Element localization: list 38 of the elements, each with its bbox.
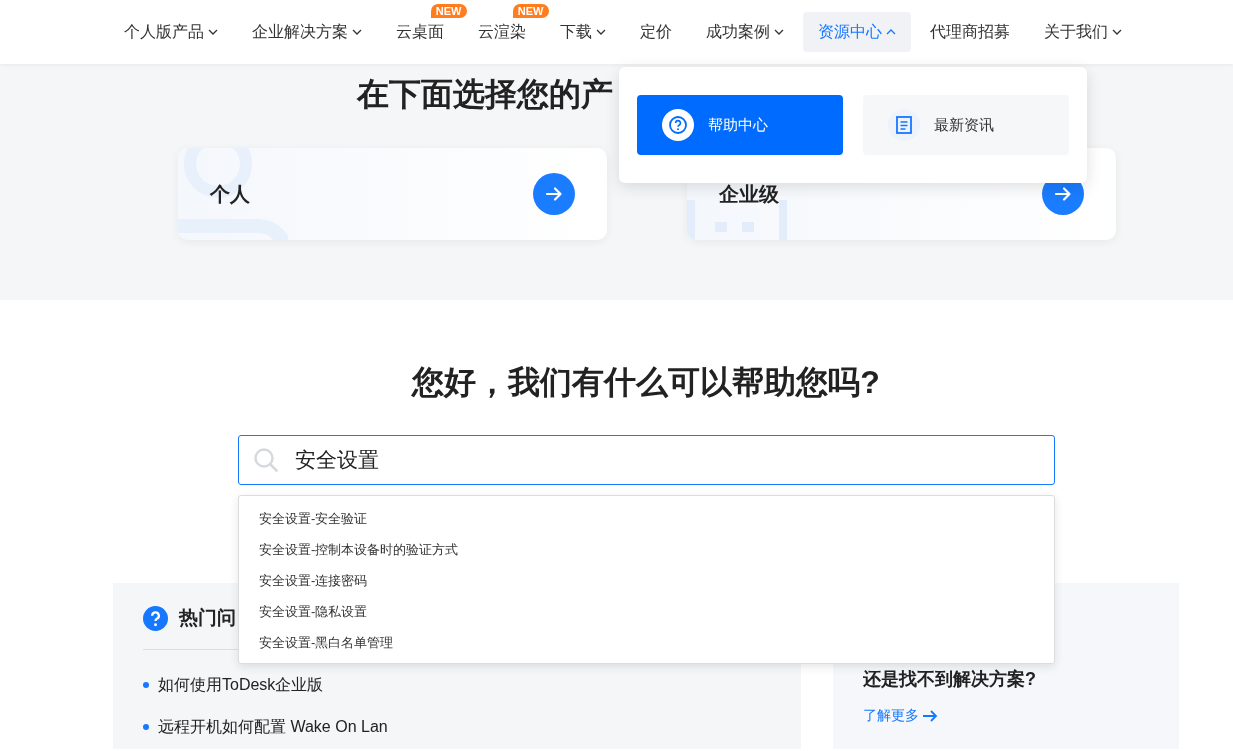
nav-item[interactable]: 关于我们 (1028, 12, 1137, 52)
question-icon (662, 109, 694, 141)
suggestion-item[interactable]: 安全设置-控制本设备时的验证方式 (239, 534, 1054, 565)
nav-item[interactable]: 定价 (624, 12, 687, 52)
panel-title: 热门问 (179, 606, 236, 630)
learn-more-link[interactable]: 了解更多 (863, 707, 938, 725)
suggestion-item[interactable]: 安全设置-安全验证 (239, 503, 1054, 534)
section-title: 在下面选择您的产 (357, 76, 614, 112)
nav-item[interactable]: 个人版产品 (108, 12, 233, 52)
card-label: 企业级 (719, 181, 779, 207)
document-icon (888, 109, 920, 141)
suggestion-item[interactable]: 安全设置-隐私设置 (239, 596, 1054, 627)
bullet-icon (143, 724, 149, 730)
menu-item[interactable]: 帮助中心 (637, 95, 843, 155)
question-icon (143, 605, 168, 631)
arrow-button[interactable] (533, 173, 575, 215)
menu-item-label: 帮助中心 (708, 115, 768, 135)
nav-item[interactable]: 资源中心 (802, 12, 911, 52)
new-badge: NEW (430, 4, 467, 18)
search-icon (253, 447, 279, 473)
help-title: 您好，我们有什么可以帮助您吗? (410, 363, 881, 402)
card-label: 个人 (210, 181, 250, 207)
search-field[interactable]: 安全设置 (238, 435, 1055, 485)
suggestion-item[interactable]: 安全设置-黑白名单管理 (239, 627, 1054, 658)
menu-item-label: 最新资讯 (934, 115, 994, 135)
bullet-icon (143, 682, 149, 688)
suggestion-item[interactable]: 安全设置-连接密码 (239, 565, 1054, 596)
new-badge: NEW (512, 4, 549, 18)
arrow-right-icon (922, 709, 938, 723)
search-input[interactable]: 安全设置 (293, 447, 1054, 473)
question-link[interactable]: 远程开机如何配置 Wake On Lan (158, 716, 388, 738)
panel-title: 还是找不到解决方案? (863, 668, 1037, 691)
product-card[interactable]: 个人 (178, 148, 607, 240)
question-link[interactable]: 如何使用ToDesk企业版 (158, 674, 324, 696)
nav-item[interactable]: 代理商招募 (914, 12, 1025, 52)
nav-item[interactable]: 成功案例 (690, 12, 799, 52)
menu-item[interactable]: 最新资讯 (863, 95, 1069, 155)
nav-item[interactable]: 企业解决方案 (236, 12, 377, 52)
